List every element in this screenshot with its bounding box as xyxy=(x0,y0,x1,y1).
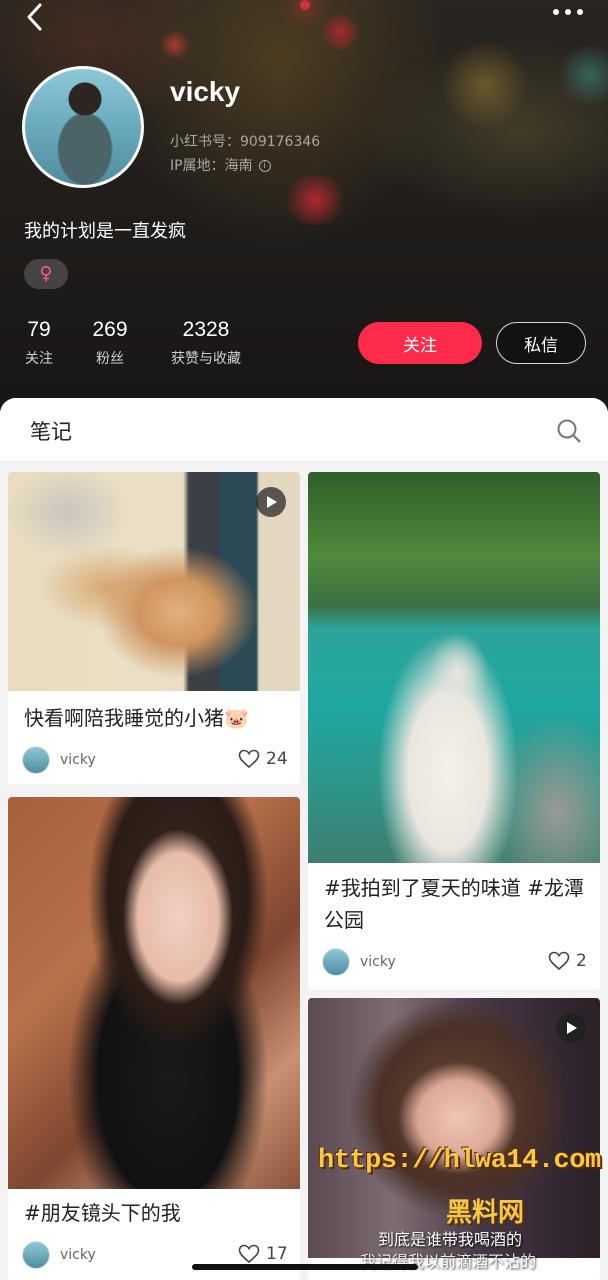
like-count: 24 xyxy=(266,749,288,769)
stat-label: 关注 xyxy=(25,351,53,367)
stat-label: 粉丝 xyxy=(96,351,124,367)
search-icon[interactable] xyxy=(556,418,582,444)
note-cover-image[interactable] xyxy=(308,472,600,863)
author-avatar xyxy=(22,1241,50,1269)
author-avatar xyxy=(322,948,350,976)
like-count: 17 xyxy=(266,1244,288,1264)
home-indicator[interactable] xyxy=(192,1264,418,1270)
like-button[interactable]: 24 xyxy=(238,749,288,769)
note-card[interactable]: #我拍到了夏天的味道 #龙潭公园 vicky 2 xyxy=(308,472,600,990)
watermark-url: https://hlwa14.com xyxy=(318,1146,601,1176)
note-title: #朋友镜头下的我 xyxy=(24,1201,181,1225)
more-options-icon[interactable] xyxy=(548,2,588,22)
stat-value: 79 xyxy=(27,318,51,341)
video-play-icon xyxy=(256,487,286,517)
background-firework xyxy=(320,12,360,52)
note-author[interactable]: vicky xyxy=(22,746,96,774)
back-arrow-icon[interactable] xyxy=(22,2,48,32)
note-card[interactable]: #朋友镜头下的我 vicky 17 xyxy=(8,797,300,1280)
author-name: vicky xyxy=(360,954,396,970)
note-title: 快看啊陪我睡觉的小猪🐷 xyxy=(24,706,249,730)
note-card[interactable]: 快看啊陪我睡觉的小猪🐷 vicky 24 xyxy=(8,472,300,784)
message-button[interactable]: 私信 xyxy=(496,322,586,364)
heart-icon xyxy=(238,1244,260,1264)
female-gender-icon: ♀ xyxy=(24,259,68,289)
follow-button[interactable]: 关注 xyxy=(358,322,482,364)
background-firework xyxy=(280,175,350,225)
background-firework xyxy=(440,40,530,130)
video-subtitle: 到底是谁带我喝酒的 xyxy=(378,1230,523,1249)
stat-followers[interactable]: 269 粉丝 xyxy=(92,318,128,368)
stat-following[interactable]: 79 关注 xyxy=(22,318,56,368)
ip-location-row: IP属地：海南 i xyxy=(170,155,271,175)
background-firework xyxy=(300,0,310,10)
author-name: vicky xyxy=(60,752,96,768)
like-button[interactable]: 17 xyxy=(238,1244,288,1264)
note-cover-image[interactable] xyxy=(8,797,300,1189)
author-avatar xyxy=(22,746,50,774)
info-icon[interactable]: i xyxy=(258,160,271,172)
stat-label: 获赞与收藏 xyxy=(171,351,241,367)
like-button[interactable]: 2 xyxy=(548,951,587,971)
profile-bio: 我的计划是一直发疯 xyxy=(24,221,186,242)
red-id-text: 小红书号：909176346 xyxy=(170,134,321,150)
stat-value: 269 xyxy=(92,318,128,341)
profile-username: vicky xyxy=(170,76,241,107)
heart-icon xyxy=(238,749,260,769)
heart-icon xyxy=(548,951,570,971)
author-name: vicky xyxy=(60,1247,96,1263)
watermark-site-name: 黑料网 xyxy=(446,1198,525,1228)
notes-tab-bar: 笔记 xyxy=(0,398,608,462)
profile-header: vicky 小红书号：909176346 IP属地：海南 i 我的计划是一直发疯 … xyxy=(0,0,608,420)
like-count: 2 xyxy=(576,951,587,971)
ip-location-text: IP属地：海南 xyxy=(170,158,253,174)
video-play-icon xyxy=(556,1013,586,1043)
stat-value: 2328 xyxy=(182,318,230,341)
profile-avatar[interactable] xyxy=(22,66,144,188)
stat-likes-collections[interactable]: 2328 获赞与收藏 xyxy=(164,318,248,368)
note-author[interactable]: vicky xyxy=(322,948,396,976)
background-firework xyxy=(560,40,608,110)
background-firework xyxy=(160,30,190,60)
note-title: #我拍到了夏天的味道 #龙潭公园 xyxy=(324,876,584,932)
note-author[interactable]: vicky xyxy=(22,1241,96,1269)
tab-notes[interactable]: 笔记 xyxy=(30,416,72,446)
